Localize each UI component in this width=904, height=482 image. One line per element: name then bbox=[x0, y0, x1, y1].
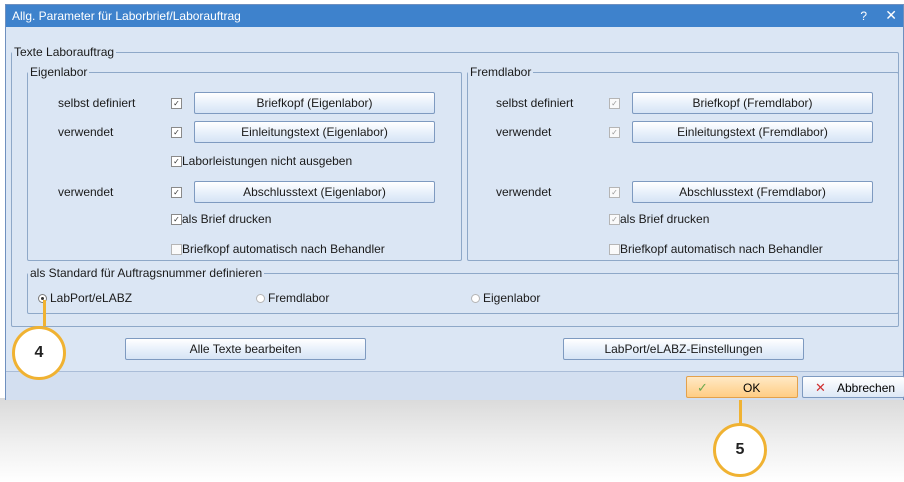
texte-laborauftrag-legend: Texte Laborauftrag bbox=[14, 45, 115, 59]
fremd-briefkopf-auto-checkbox[interactable] bbox=[609, 244, 620, 255]
cancel-button-label: Abbrechen bbox=[837, 381, 896, 395]
eigen-als-brief-label: als Brief drucken bbox=[182, 212, 272, 226]
radio-labport-label: LabPort/eLABZ bbox=[50, 291, 133, 305]
dialog-footer: ✓ OK ✕ Abbrechen bbox=[6, 371, 904, 400]
step-4-pointer bbox=[43, 300, 46, 326]
ok-button[interactable]: ✓ OK bbox=[686, 376, 798, 398]
ok-button-label: OK bbox=[743, 381, 761, 395]
step-4-badge: 4 bbox=[12, 326, 66, 380]
fremd-als-brief-checkbox[interactable]: ✓ bbox=[609, 214, 620, 225]
eigen-als-brief-checkbox[interactable]: ✓ bbox=[171, 214, 182, 225]
check-icon: ✓ bbox=[697, 380, 708, 395]
standard-auftragsnummer-group: als Standard für Auftragsnummer definier… bbox=[27, 266, 899, 314]
standard-auftragsnummer-legend: als Standard für Auftragsnummer definier… bbox=[30, 266, 263, 280]
labport-einstellungen-button[interactable]: LabPort/eLABZ-Einstellungen bbox=[563, 338, 804, 360]
parameters-dialog: Allg. Parameter für Laborbrief/Laborauft… bbox=[5, 4, 904, 400]
eigen-verwendet-label-2: verwendet bbox=[58, 185, 114, 199]
einleitungstext-fremdlabor-button[interactable]: Einleitungstext (Fremdlabor) bbox=[632, 121, 873, 143]
abschlusstext-eigenlabor-button[interactable]: Abschlusstext (Eigenlabor) bbox=[194, 181, 435, 203]
close-icon[interactable]: ✕ bbox=[885, 7, 897, 24]
abschlusstext-fremdlabor-button[interactable]: Abschlusstext (Fremdlabor) bbox=[632, 181, 873, 203]
fremd-verwendet-label-1: verwendet bbox=[496, 125, 552, 139]
eigen-selbst-definiert-checkbox[interactable]: ✓ bbox=[171, 98, 182, 109]
fremdlabor-legend: Fremdlabor bbox=[470, 65, 532, 79]
laborleistungen-label: Laborleistungen nicht ausgeben bbox=[182, 154, 353, 168]
radio-eigenlabor[interactable] bbox=[471, 294, 480, 303]
help-button[interactable]: ? bbox=[860, 9, 867, 23]
fremd-verwendet-label-2: verwendet bbox=[496, 185, 552, 199]
eigen-verwendet-label-1: verwendet bbox=[58, 125, 114, 139]
fremd-briefkopf-auto-label: Briefkopf automatisch nach Behandler bbox=[620, 242, 823, 256]
eigen-verwendet-checkbox-1[interactable]: ✓ bbox=[171, 127, 182, 138]
alle-texte-bearbeiten-button[interactable]: Alle Texte bearbeiten bbox=[125, 338, 366, 360]
title-bar: Allg. Parameter für Laborbrief/Laborauft… bbox=[6, 5, 903, 27]
window-shadow bbox=[0, 398, 904, 482]
einleitungstext-eigenlabor-button[interactable]: Einleitungstext (Eigenlabor) bbox=[194, 121, 435, 143]
step-5-badge: 5 bbox=[713, 423, 767, 477]
fremd-verwendet-checkbox-2[interactable]: ✓ bbox=[609, 187, 620, 198]
fremd-als-brief-label: als Brief drucken bbox=[620, 212, 710, 226]
eigen-briefkopf-auto-checkbox[interactable] bbox=[171, 244, 182, 255]
radio-eigenlabor-label: Eigenlabor bbox=[483, 291, 541, 305]
briefkopf-eigenlabor-button[interactable]: Briefkopf (Eigenlabor) bbox=[194, 92, 435, 114]
radio-fremdlabor-label: Fremdlabor bbox=[268, 291, 330, 305]
fremd-verwendet-checkbox-1[interactable]: ✓ bbox=[609, 127, 620, 138]
window-title: Allg. Parameter für Laborbrief/Laborauft… bbox=[12, 9, 241, 23]
x-icon: ✕ bbox=[815, 380, 826, 395]
eigen-verwendet-checkbox-2[interactable]: ✓ bbox=[171, 187, 182, 198]
laborleistungen-checkbox[interactable]: ✓ bbox=[171, 156, 182, 167]
cancel-button[interactable]: ✕ Abbrechen bbox=[802, 376, 904, 398]
eigen-selbst-definiert-label: selbst definiert bbox=[58, 96, 136, 110]
fremd-selbst-definiert-label: selbst definiert bbox=[496, 96, 574, 110]
briefkopf-fremdlabor-button[interactable]: Briefkopf (Fremdlabor) bbox=[632, 92, 873, 114]
eigenlabor-legend: Eigenlabor bbox=[30, 65, 88, 79]
fremd-selbst-definiert-checkbox[interactable]: ✓ bbox=[609, 98, 620, 109]
radio-fremdlabor[interactable] bbox=[256, 294, 265, 303]
eigen-briefkopf-auto-label: Briefkopf automatisch nach Behandler bbox=[182, 242, 385, 256]
